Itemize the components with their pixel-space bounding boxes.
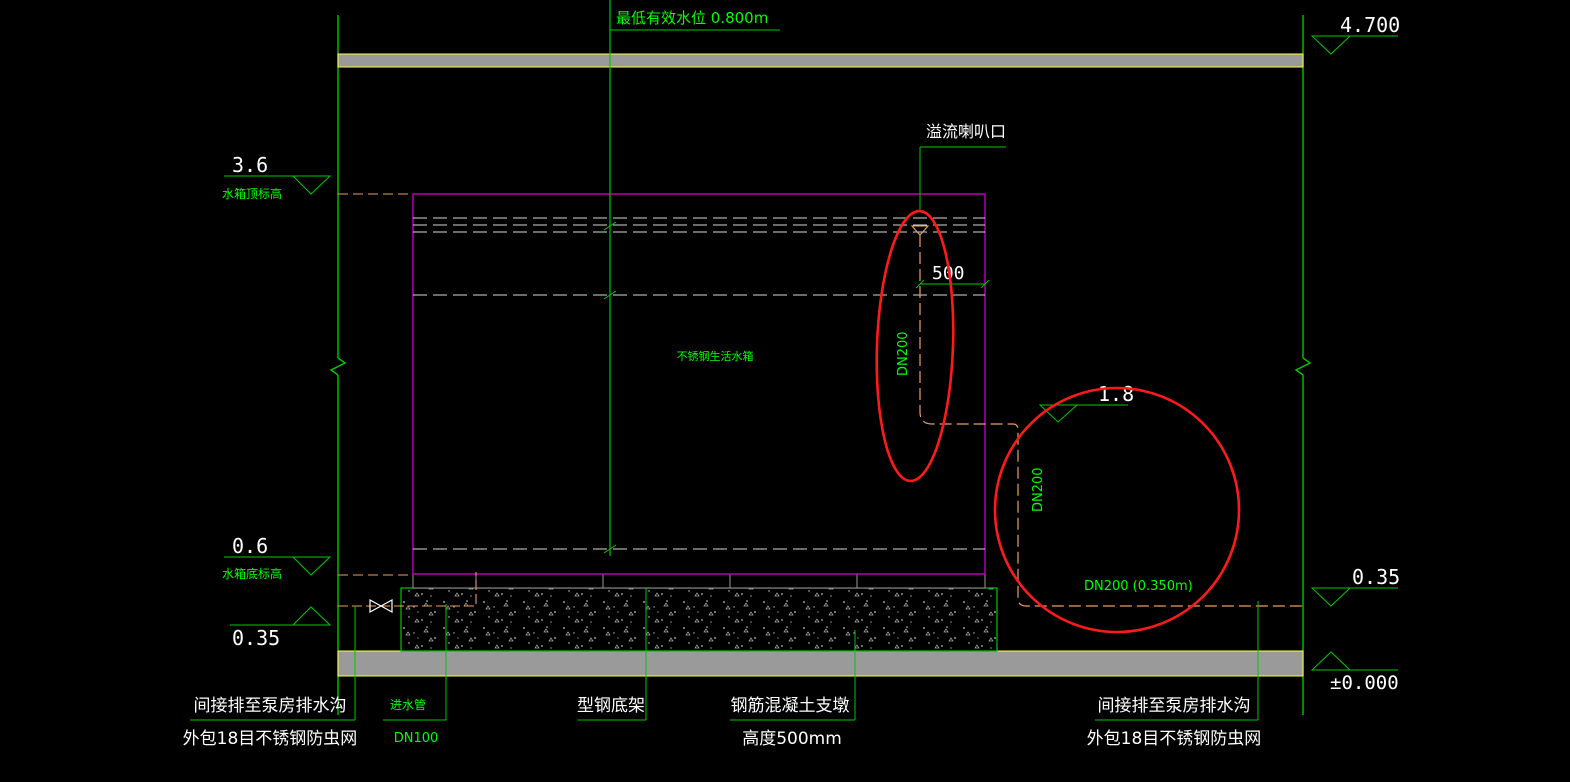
steel-frame-label: 型钢底架 — [577, 696, 645, 716]
elevation-tank-bottom-value: 0.6 — [232, 534, 268, 558]
overflow-pipe-path — [919, 235, 1303, 607]
inlet-pipe-size: DN100 — [394, 731, 439, 746]
tank-outline — [412, 193, 986, 575]
elevation-tank-top-label: 水箱顶标高 — [222, 186, 282, 201]
elevation-tank-top: 3.6 水箱顶标高 — [222, 153, 332, 201]
annotation-right-drain: 间接排至泵房排水沟 外包18目不锈钢防虫网 — [1087, 696, 1262, 749]
elevation-tank-bottom-label: 水箱底标高 — [222, 566, 282, 581]
min-water-level-marker: 最低有效水位 0.800m — [603, 0, 780, 556]
tank-name-label: 不锈钢生活水箱 — [677, 349, 754, 363]
elevation-triangle — [291, 606, 332, 626]
drain-left-line1: 间接排至泵房排水沟 — [194, 696, 347, 716]
elevation-tank-top-value: 3.6 — [232, 153, 268, 177]
steel-frame-beam — [412, 573, 986, 589]
drain-right-line1: 间接排至泵房排水沟 — [1098, 696, 1251, 716]
elevation-top-right: 4.700 — [1310, 13, 1400, 55]
left-wall-break — [329, 357, 347, 376]
pipe-vertical-left-label: DN200 — [896, 331, 911, 376]
elevation-floor-value: ±0.000 — [1330, 672, 1399, 694]
elevation-overflow-value: 1.8 — [1098, 382, 1134, 406]
concrete-pier — [400, 587, 998, 652]
steel-frame — [412, 573, 986, 589]
elevation-tank-bottom: 0.6 水箱底标高 — [222, 534, 332, 581]
elevation-triangle — [1310, 651, 1352, 671]
drain-left-line2: 外包18目不锈钢防虫网 — [183, 729, 358, 749]
elevation-right-drain: 0.35 — [1310, 565, 1400, 607]
elevation-triangle — [291, 556, 332, 576]
highlight-ellipse-vertical-pipe — [875, 209, 955, 483]
overflow-bellmouth-symbol — [910, 225, 930, 236]
pipe-vertical-right-label: DN200 — [1031, 467, 1046, 512]
cad-section-drawing: 不锈钢生活水箱 最低有效水位 0.800m 溢流喇叭口 500 DN200 DN… — [0, 0, 1570, 782]
overflow-bellmouth-label: 溢流喇叭口 — [926, 122, 1006, 141]
inlet-pipe-name: 进水管 — [390, 697, 426, 712]
drain-right-line2: 外包18目不锈钢防虫网 — [1087, 729, 1262, 749]
floor-slab — [337, 650, 1304, 677]
elevation-triangle — [1310, 35, 1352, 55]
elevation-right-drain-value: 0.35 — [1352, 565, 1400, 589]
elevation-triangle — [291, 175, 332, 195]
elevation-triangle — [1310, 587, 1352, 607]
red-highlights — [875, 209, 1241, 634]
concrete-pier-line1: 钢筋混凝土支墩 — [731, 696, 850, 716]
elevation-left-drain-value: 0.35 — [232, 626, 280, 650]
elevation-top-value: 4.700 — [1340, 13, 1400, 37]
min-water-level-label: 最低有效水位 0.800m — [616, 9, 768, 27]
elevation-triangle — [1038, 404, 1079, 423]
water-tank: 不锈钢生活水箱 — [412, 193, 986, 575]
pipe-horizontal-label: DN200 (0.350m) — [1084, 579, 1193, 594]
right-wall-break — [1294, 357, 1312, 376]
elevation-left-drain: 0.35 — [230, 606, 332, 650]
elevation-floor: ±0.000 — [1310, 651, 1399, 694]
ceiling-slab — [337, 53, 1304, 68]
annotation-left-drain: 间接排至泵房排水沟 外包18目不锈钢防虫网 — [183, 696, 358, 749]
concrete-pier-line2: 高度500mm — [742, 729, 842, 749]
